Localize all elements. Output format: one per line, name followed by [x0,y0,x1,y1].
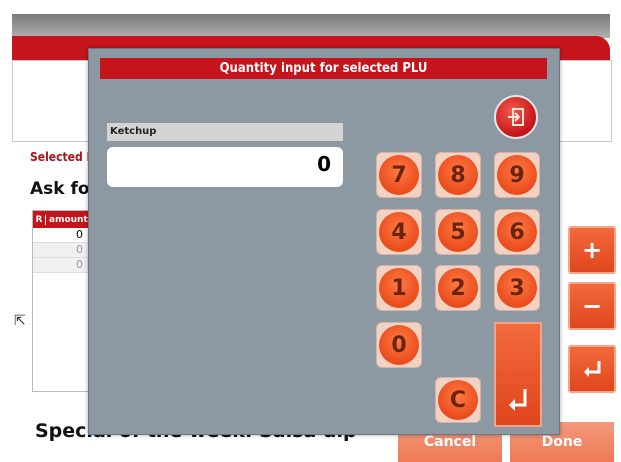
key-label: 4 [379,212,419,252]
table-row[interactable]: 0 [33,243,93,258]
item-name-label: Ketchup [107,123,343,141]
keypad-4[interactable]: 4 [376,209,422,255]
table-header: R amount [33,211,93,228]
enter-arrow-icon [509,389,527,411]
keypad-9[interactable]: 9 [494,152,540,198]
keypad-5[interactable]: 5 [435,209,481,255]
amount-table: R amount 0 0 0 [32,210,94,392]
keypad-0[interactable]: 0 [376,322,422,368]
keypad-7[interactable]: 7 [376,152,422,198]
key-label: 3 [497,268,537,308]
keypad-1[interactable]: 1 [376,265,422,311]
side-enter-button[interactable] [568,345,616,393]
selected-label: Selected N [30,150,96,164]
plus-button[interactable]: + [568,226,616,274]
key-label: 7 [379,155,419,195]
key-label: 9 [497,155,537,195]
quantity-dialog: Quantity input for selected PLU Ketchup … [88,48,560,435]
table-row[interactable]: 0 [33,258,93,273]
enter-arrow-icon [584,361,601,377]
keypad-2[interactable]: 2 [435,265,481,311]
keypad-6[interactable]: 6 [494,209,540,255]
key-label: 2 [438,268,478,308]
key-label: 5 [438,212,478,252]
exit-button[interactable] [494,95,538,139]
dialog-title: Quantity input for selected PLU [100,58,547,79]
key-label: 1 [379,268,419,308]
mouse-cursor-icon: ⇱ [14,313,26,329]
table-row[interactable]: 0 [33,228,93,243]
exit-door-icon [508,108,524,126]
quantity-input[interactable]: 0 [107,147,343,187]
keypad-8[interactable]: 8 [435,152,481,198]
column-amount-header: amount [49,214,88,225]
minus-button[interactable]: − [568,282,616,330]
clear-label: C [438,380,478,420]
enter-button[interactable] [494,322,542,427]
key-label: 8 [438,155,478,195]
keypad-3[interactable]: 3 [494,265,540,311]
window-title-bar [12,14,610,38]
clear-button[interactable]: C [435,377,481,423]
key-label: 6 [497,212,537,252]
column-r-header: R [33,214,46,225]
key-label: 0 [379,325,419,365]
